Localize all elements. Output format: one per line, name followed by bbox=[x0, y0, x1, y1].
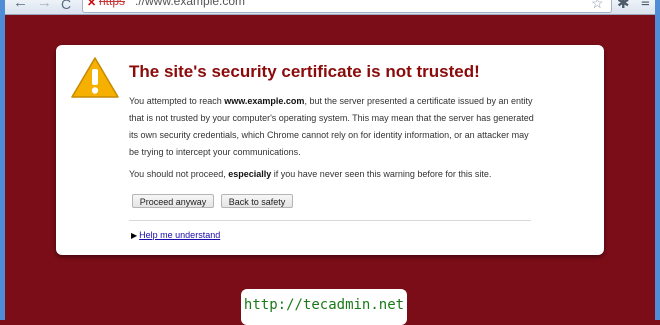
page-title: The site's security certificate is not t… bbox=[129, 62, 480, 81]
address-bar[interactable]: ✕ https ://www.example.com bbox=[82, 0, 612, 13]
emphasis-text: especially bbox=[228, 169, 272, 179]
divider bbox=[129, 220, 531, 221]
window-frame-right bbox=[655, 0, 660, 320]
wrench-icon[interactable]: ✱ bbox=[617, 0, 630, 12]
requested-host: www.example.com bbox=[224, 96, 305, 106]
insecure-x-icon[interactable]: ✕ bbox=[87, 0, 96, 9]
url-host: ://www.example.com bbox=[135, 0, 246, 8]
ssl-warning-card: The site's security certificate is not t… bbox=[56, 45, 604, 255]
back-to-safety-button[interactable]: Back to safety bbox=[221, 194, 293, 208]
proceed-anyway-button[interactable]: Proceed anyway bbox=[132, 194, 214, 208]
back-arrow-icon[interactable]: ← bbox=[13, 0, 28, 11]
star-icon[interactable]: ☆ bbox=[591, 0, 604, 12]
proceed-advice: You should not proceed, especially if yo… bbox=[129, 169, 492, 179]
reload-icon[interactable]: C bbox=[61, 0, 71, 12]
menu-icon[interactable]: ≡ bbox=[641, 0, 650, 11]
watermark-text: http://tecadmin.net bbox=[243, 297, 405, 313]
url-scheme: https bbox=[99, 0, 126, 8]
warning-description: You attempted to reach www.example.com, … bbox=[129, 96, 534, 157]
forward-arrow-icon[interactable]: → bbox=[37, 0, 52, 11]
browser-toolbar: ← → C ✕ https ://www.example.com ☆ ✱ ≡ bbox=[5, 0, 655, 15]
help-section: ▶ Help me understand bbox=[131, 229, 220, 242]
window-frame-left bbox=[0, 0, 5, 320]
help-me-understand-link[interactable]: Help me understand bbox=[139, 230, 220, 240]
warning-triangle-icon bbox=[71, 57, 119, 98]
expand-arrow-icon[interactable]: ▶ bbox=[131, 231, 137, 240]
